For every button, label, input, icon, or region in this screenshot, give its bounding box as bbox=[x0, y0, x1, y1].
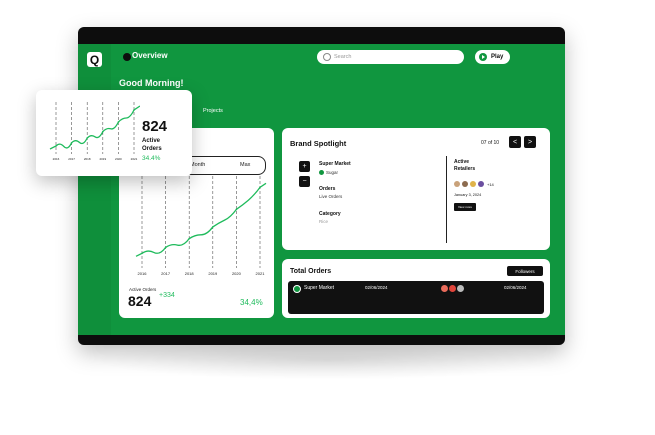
popup-x-tick-label: 2021 bbox=[131, 157, 138, 161]
orders-label: Orders bbox=[319, 186, 336, 192]
row-date-end: 02/06/2024 bbox=[504, 285, 527, 290]
pager: 07 of 10 bbox=[481, 140, 500, 146]
category-value: Rice bbox=[319, 219, 329, 224]
orders-value: Live Orders bbox=[319, 194, 343, 199]
search-icon bbox=[323, 53, 331, 61]
popup-x-tick-label: 2020 bbox=[115, 157, 122, 161]
popup-percent: 34.4% bbox=[142, 155, 161, 162]
avatar bbox=[470, 181, 476, 187]
popup-label-line2: Orders bbox=[142, 146, 162, 152]
topbar: Overview Search Play bbox=[111, 44, 565, 70]
series-line bbox=[49, 105, 140, 150]
x-tick-label: 2019 bbox=[208, 271, 218, 276]
avatar bbox=[462, 181, 468, 187]
row-name: Super Market bbox=[304, 285, 335, 291]
popup-x-tick-label: 2017 bbox=[68, 157, 75, 161]
x-tick-label: 2017 bbox=[161, 271, 171, 276]
total-orders-card: Total Orders Followers Super Market 02/0… bbox=[282, 259, 550, 318]
avatar bbox=[478, 181, 484, 187]
plus-button[interactable]: + bbox=[299, 161, 310, 172]
data-point bbox=[70, 142, 73, 144]
data-point bbox=[235, 208, 238, 211]
main-area: Overview Search Play Good Morning! ut Pr… bbox=[111, 44, 565, 335]
x-tick-label: 2020 bbox=[232, 271, 242, 276]
data-point bbox=[55, 145, 57, 147]
popup-chart: 2016 2017 2018 2019 2020 2021 bbox=[49, 102, 140, 161]
active-orders-value: 824 bbox=[128, 293, 152, 309]
active-orders-chart: 2016 2017 2018 2019 2020 2021 bbox=[135, 176, 267, 276]
data-point bbox=[133, 109, 135, 111]
data-point bbox=[86, 137, 88, 139]
next-button[interactable]: > bbox=[524, 136, 536, 148]
data-point bbox=[102, 130, 104, 133]
avatar bbox=[454, 181, 460, 187]
greeting-title: Good Morning! bbox=[119, 78, 184, 88]
data-point bbox=[117, 121, 120, 123]
sidebar: Q bbox=[78, 44, 112, 335]
retailers-date: January 3, 2024 bbox=[454, 193, 482, 197]
page-title: Overview bbox=[132, 51, 168, 60]
overview-dot-icon bbox=[123, 53, 131, 61]
x-tick-label: 2018 bbox=[185, 271, 195, 276]
table-row[interactable]: Super Market 02/06/2024 02/06/2024 bbox=[288, 281, 544, 314]
data-point bbox=[188, 237, 190, 240]
data-point bbox=[212, 226, 214, 228]
category-label: Category bbox=[319, 211, 341, 217]
brand-spotlight-title: Brand Spotlight bbox=[290, 139, 347, 148]
row-date-start: 02/06/2024 bbox=[365, 285, 388, 290]
play-icon bbox=[479, 53, 487, 61]
active-orders-percent: 34,4% bbox=[240, 298, 263, 307]
total-orders-title: Total Orders bbox=[290, 268, 332, 275]
brand-name-label: Super Market bbox=[319, 161, 351, 167]
play-button[interactable]: Play bbox=[475, 50, 510, 64]
search-placeholder: Search bbox=[334, 54, 352, 60]
search-input[interactable]: Search bbox=[317, 50, 464, 64]
device-shadow bbox=[92, 340, 562, 380]
retailers-line1: Active bbox=[454, 159, 470, 165]
tab-projects[interactable]: Projects bbox=[203, 108, 223, 114]
retailers-title: Active Retailers bbox=[454, 159, 475, 173]
popup-x-tick-label: 2019 bbox=[99, 157, 106, 161]
data-point bbox=[259, 186, 261, 189]
store-icon bbox=[293, 285, 301, 293]
popup-label: Active Orders bbox=[142, 137, 162, 153]
brand-spotlight-card: Brand Spotlight 07 of 10 < > + − Super M… bbox=[282, 128, 550, 250]
view-more-button[interactable]: View more bbox=[454, 203, 476, 211]
play-label: Play bbox=[491, 54, 504, 60]
brand-name-value: Sugar bbox=[326, 170, 339, 175]
app-window: Q Overview Search Play Good Morning! ut … bbox=[78, 27, 565, 345]
active-orders-label: Active Orders bbox=[129, 287, 157, 292]
divider bbox=[446, 156, 447, 243]
minus-button[interactable]: − bbox=[299, 176, 310, 187]
retailers-avatars: +14 bbox=[454, 181, 494, 187]
brand-avatar-icon bbox=[319, 170, 324, 175]
followers-button[interactable]: Followers bbox=[507, 266, 543, 276]
data-point bbox=[141, 252, 143, 255]
x-tick-label: 2016 bbox=[138, 271, 148, 276]
popup-label-line1: Active bbox=[142, 138, 161, 144]
avatar bbox=[456, 284, 465, 293]
row-avatars bbox=[440, 284, 465, 293]
app-logo[interactable]: Q bbox=[87, 52, 102, 67]
active-orders-popup: 2016 2017 2018 2019 2020 2021 824 Active Orde… bbox=[36, 90, 192, 176]
popup-x-tick-label: 2018 bbox=[84, 157, 91, 161]
active-orders-delta: +334 bbox=[159, 292, 175, 299]
popup-x-tick-label: 2016 bbox=[53, 157, 60, 161]
data-point bbox=[164, 246, 167, 249]
retailers-more: +14 bbox=[487, 181, 494, 187]
retailers-line2: Retailers bbox=[454, 166, 476, 172]
popup-value: 824 bbox=[142, 118, 168, 135]
series-line bbox=[135, 182, 267, 257]
prev-button[interactable]: < bbox=[509, 136, 521, 148]
x-tick-label: 2021 bbox=[256, 271, 266, 276]
